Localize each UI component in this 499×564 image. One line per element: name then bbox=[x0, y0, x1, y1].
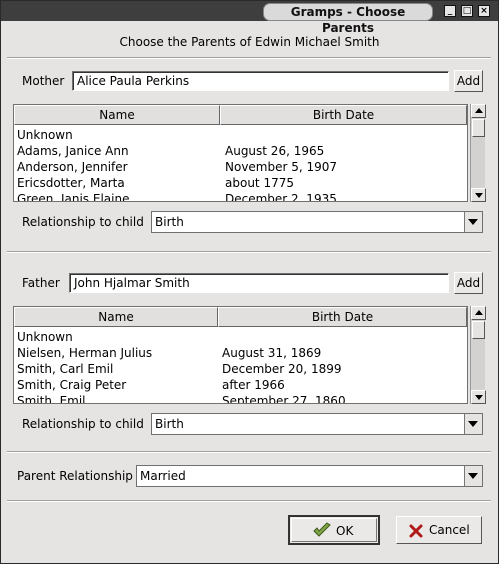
mother-field[interactable]: Alice Paula Perkins bbox=[72, 71, 449, 91]
list-item-birth-date: August 31, 1869 bbox=[222, 346, 322, 360]
list-item-birth-date: December 20, 1899 bbox=[222, 362, 342, 376]
column-header-birth-date[interactable]: Birth Date bbox=[218, 307, 467, 327]
dropdown-button[interactable] bbox=[464, 466, 482, 486]
scroll-thumb[interactable] bbox=[472, 321, 485, 339]
father-relationship-select[interactable]: Birth bbox=[151, 413, 483, 435]
separator bbox=[7, 251, 491, 253]
list-item-name: Nielsen, Herman Julius bbox=[17, 346, 153, 360]
list-item-name: Ericsdotter, Marta bbox=[17, 176, 125, 190]
list-item[interactable]: Anderson, Jennifer November 5, 1907 bbox=[17, 159, 462, 175]
chevron-down-icon bbox=[468, 219, 478, 225]
arrow-down-icon bbox=[475, 193, 483, 198]
list-item-name: Smith, Carl Emil bbox=[17, 362, 114, 376]
chevron-down-icon bbox=[468, 421, 478, 427]
separator bbox=[7, 57, 491, 59]
arrow-down-icon bbox=[475, 395, 483, 400]
arrow-up-icon bbox=[475, 108, 483, 113]
title-bar[interactable]: Gramps - Choose Parents _ □ × bbox=[1, 1, 498, 35]
maximize-icon[interactable]: □ bbox=[461, 5, 473, 17]
list-item-birth-date: after 1966 bbox=[222, 378, 285, 392]
close-icon[interactable]: × bbox=[478, 5, 490, 17]
scroll-thumb[interactable] bbox=[472, 119, 485, 137]
list-item[interactable]: Unknown bbox=[17, 329, 462, 345]
dialog-heading: Choose the Parents of Edwin Michael Smit… bbox=[119, 35, 380, 49]
mother-relationship-label: Relationship to child bbox=[22, 215, 144, 229]
mother-list[interactable]: Name Birth Date Unknown Adams, Janice Ann… bbox=[13, 104, 468, 202]
list-item-birth-date: August 26, 1965 bbox=[225, 144, 325, 158]
window-title: Gramps - Choose Parents bbox=[263, 3, 433, 35]
ok-checkmark-icon bbox=[313, 522, 331, 537]
father-field[interactable]: John Hjalmar Smith bbox=[69, 273, 449, 293]
separator bbox=[7, 500, 491, 502]
mother-label: Mother bbox=[22, 74, 65, 88]
cancel-label: Cancel bbox=[429, 523, 470, 537]
list-item-name: Green, Janis Elaine bbox=[17, 192, 130, 202]
mother-relationship-select[interactable]: Birth bbox=[151, 211, 483, 233]
add-mother-button[interactable]: Add bbox=[454, 70, 483, 92]
list-item-name: Unknown bbox=[17, 128, 73, 142]
list-item-birth-date: September 27, 1860 bbox=[222, 394, 346, 404]
add-father-button[interactable]: Add bbox=[454, 272, 483, 294]
chevron-down-icon bbox=[468, 473, 478, 479]
parent-relationship-value: Married bbox=[140, 469, 186, 483]
list-item-birth-date: December 2, 1935 bbox=[225, 192, 337, 202]
mother-list-scrollbar[interactable] bbox=[470, 104, 486, 202]
dropdown-button[interactable] bbox=[464, 414, 482, 434]
cancel-button[interactable]: Cancel bbox=[396, 516, 482, 544]
list-item-name: Anderson, Jennifer bbox=[17, 160, 128, 174]
ok-label: OK bbox=[336, 524, 354, 538]
arrow-up-icon bbox=[475, 310, 483, 315]
list-item-name: Smith, Craig Peter bbox=[17, 378, 127, 392]
list-item-name: Adams, Janice Ann bbox=[17, 144, 129, 158]
list-item[interactable]: Green, Janis Elaine December 2, 1935 bbox=[17, 191, 462, 202]
separator bbox=[7, 451, 491, 453]
minimize-icon[interactable]: _ bbox=[444, 5, 456, 17]
parent-relationship-select[interactable]: Married bbox=[136, 465, 483, 487]
list-item[interactable]: Unknown bbox=[17, 127, 462, 143]
list-item[interactable]: Ericsdotter, Marta about 1775 bbox=[17, 175, 462, 191]
list-item[interactable]: Smith, Carl Emil December 20, 1899 bbox=[17, 361, 462, 377]
list-item-birth-date: about 1775 bbox=[225, 176, 294, 190]
father-list[interactable]: Name Birth Date Unknown Nielsen, Herman J… bbox=[13, 306, 468, 404]
list-item[interactable]: Adams, Janice Ann August 26, 1965 bbox=[17, 143, 462, 159]
father-list-scrollbar[interactable] bbox=[470, 306, 486, 404]
choose-parents-window: Gramps - Choose Parents _ □ × Choose the… bbox=[0, 0, 499, 564]
father-label: Father bbox=[22, 276, 60, 290]
list-item-name: Unknown bbox=[17, 330, 73, 344]
scroll-down-button[interactable] bbox=[471, 390, 486, 404]
list-item-name: Smith, Emil bbox=[17, 394, 86, 404]
cancel-x-icon bbox=[409, 524, 423, 538]
father-relationship-value: Birth bbox=[155, 417, 184, 431]
column-header-birth-date[interactable]: Birth Date bbox=[220, 105, 467, 125]
ok-button[interactable]: OK bbox=[288, 515, 380, 545]
dropdown-button[interactable] bbox=[464, 212, 482, 232]
list-item-birth-date: November 5, 1907 bbox=[225, 160, 338, 174]
column-header-name[interactable]: Name bbox=[14, 307, 218, 327]
father-relationship-label: Relationship to child bbox=[22, 417, 144, 431]
parent-relationship-label: Parent Relationship bbox=[17, 469, 133, 483]
list-item[interactable]: Nielsen, Herman Julius August 31, 1869 bbox=[17, 345, 462, 361]
scroll-up-button[interactable] bbox=[471, 306, 486, 320]
mother-relationship-value: Birth bbox=[155, 215, 184, 229]
list-item[interactable]: Smith, Emil September 27, 1860 bbox=[17, 393, 462, 404]
scroll-up-button[interactable] bbox=[471, 104, 486, 118]
scroll-down-button[interactable] bbox=[471, 188, 486, 202]
column-header-name[interactable]: Name bbox=[14, 105, 220, 125]
list-item[interactable]: Smith, Craig Peter after 1966 bbox=[17, 377, 462, 393]
